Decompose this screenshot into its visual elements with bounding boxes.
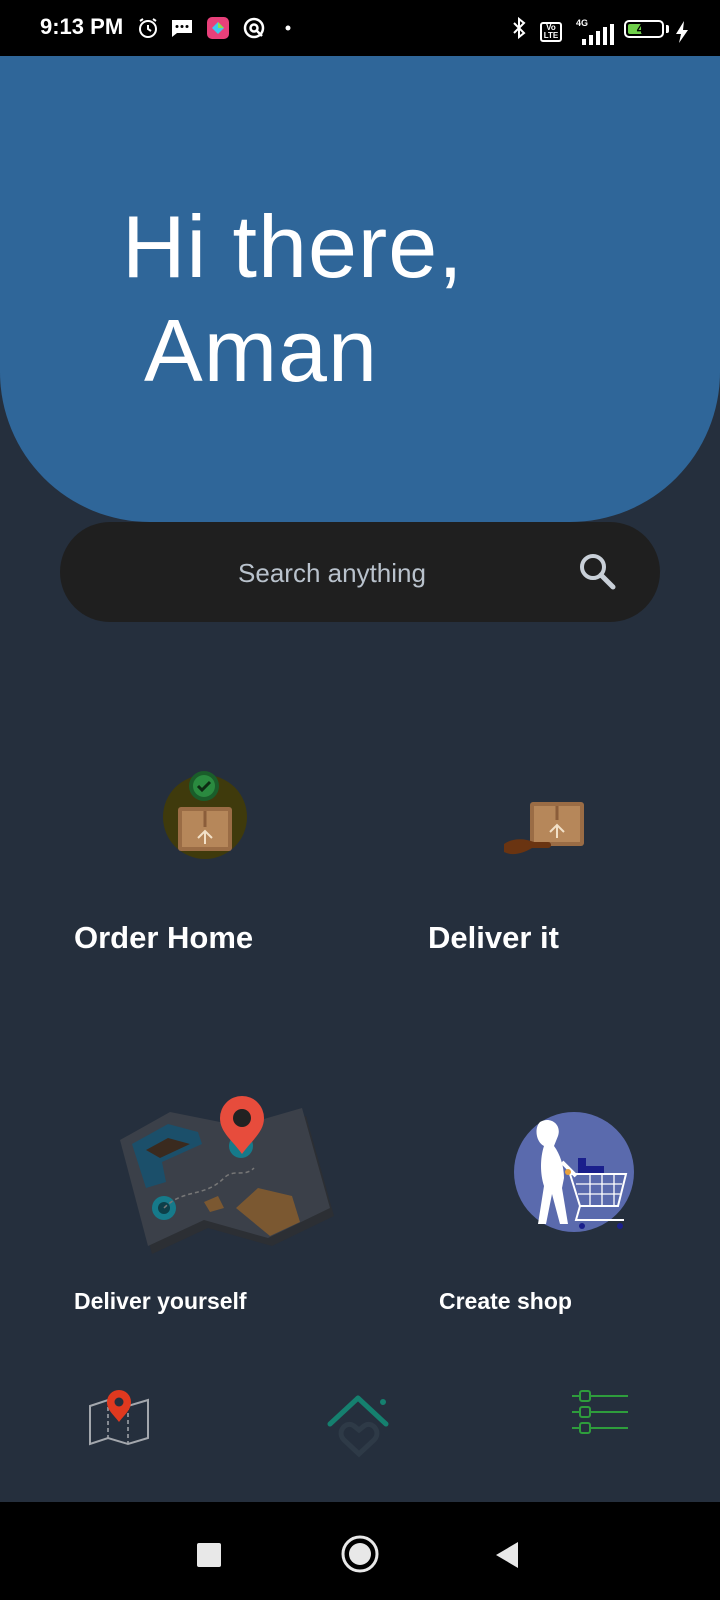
status-time: 9:13 PM (40, 14, 124, 39)
home-circle-icon[interactable] (340, 1534, 380, 1574)
shopping-cart-illustration (514, 1112, 634, 1232)
recents-icon[interactable] (196, 1542, 222, 1568)
order-home-tile[interactable]: Order Home (60, 740, 360, 970)
greeting-line-1: Hi there, (122, 197, 464, 296)
battery-percent: 45 (636, 21, 652, 36)
search-bar[interactable] (60, 522, 660, 622)
battery-icon: 45 (624, 20, 664, 38)
create-shop-label: Create shop (439, 1288, 572, 1314)
charging-icon (676, 21, 688, 43)
deliver-it-tile[interactable]: Deliver it (400, 740, 700, 970)
battery-tip (666, 25, 669, 33)
map-icon[interactable] (88, 1390, 150, 1446)
dot-icon (285, 25, 291, 31)
create-shop-tile[interactable]: Create shop (400, 1080, 700, 1320)
back-icon[interactable] (494, 1540, 522, 1570)
vpn-icon (243, 17, 265, 39)
volte-icon: Vo LTE (540, 22, 562, 42)
package-check-icon (163, 771, 247, 859)
volte-label: Vo LTE (543, 23, 559, 40)
deliver-yourself-tile[interactable]: Deliver yourself (60, 1080, 360, 1320)
bluetooth-icon (513, 16, 526, 40)
search-icon[interactable] (576, 550, 620, 594)
status-bar: 9:13 PM Vo LTE 4G 45 (0, 0, 720, 56)
system-nav-bar (0, 1502, 720, 1600)
alarm-icon (139, 18, 157, 38)
package-hand-icon (504, 802, 584, 855)
greeting-user-name: Aman (144, 301, 378, 400)
greeting-header: Hi there, Aman (0, 56, 720, 522)
list-settings-icon[interactable] (570, 1390, 630, 1436)
deliver-it-label: Deliver it (428, 920, 559, 955)
home-heart-icon[interactable] (326, 1392, 392, 1458)
deliver-yourself-label: Deliver yourself (74, 1288, 247, 1314)
app-icon (207, 17, 229, 39)
order-home-label: Order Home (74, 920, 254, 955)
signal-icon (582, 24, 614, 45)
map-pin-illustration (120, 1096, 334, 1254)
search-input[interactable] (160, 550, 504, 596)
message-icon (172, 20, 192, 37)
